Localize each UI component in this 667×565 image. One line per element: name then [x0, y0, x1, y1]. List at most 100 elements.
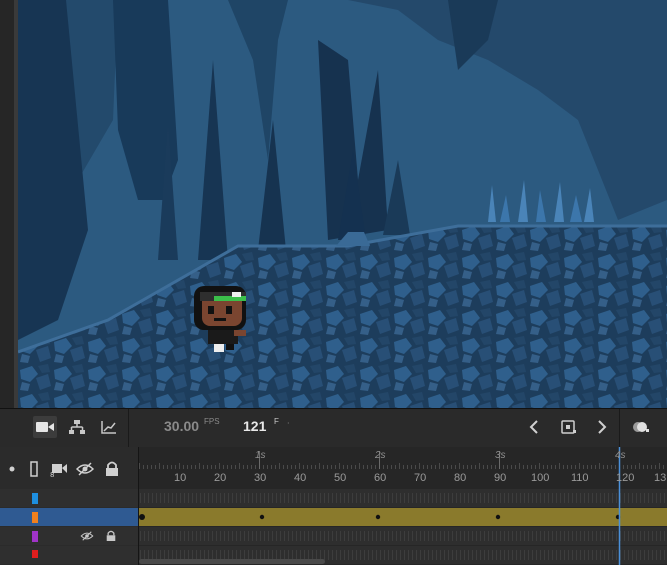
ruler-frame-number: 60	[374, 472, 387, 484]
frame-cell-tick	[160, 493, 161, 503]
frame-cell-tick	[508, 531, 509, 541]
frame-cell-tick	[244, 531, 245, 541]
frame-cell-tick	[268, 493, 269, 503]
frame-cell-tick	[504, 531, 505, 541]
frame-cell-tick	[396, 550, 397, 560]
outline-icon[interactable]	[25, 461, 43, 477]
frame-cell-tick	[244, 493, 245, 503]
frame-cell-tick	[196, 531, 197, 541]
show-all-dot-icon[interactable]	[3, 461, 21, 477]
frame-cell-tick	[348, 531, 349, 541]
fps-value[interactable]: 30.00	[164, 418, 199, 434]
frame-cell-tick	[428, 550, 429, 560]
frame-cell-tick	[360, 493, 361, 503]
frame-cell-tick	[572, 493, 573, 503]
eye-hidden-icon[interactable]	[76, 461, 94, 477]
frame-cell-tick	[616, 531, 617, 541]
frame-cell-tick	[344, 493, 345, 503]
layer-row-4[interactable]	[0, 546, 138, 564]
timeline-scrollbar[interactable]	[139, 559, 325, 564]
frames-area[interactable]: 1s 2s 3s 4s 10 20 30 40 50 60 70 80 90 1…	[139, 447, 667, 565]
frame-cell-tick	[644, 531, 645, 541]
frame-cell-tick	[176, 531, 177, 541]
lock-icon[interactable]	[103, 461, 121, 477]
frame-cell-tick	[328, 531, 329, 541]
frame-cell-tick	[424, 531, 425, 541]
frame-cell-tick	[340, 493, 341, 503]
stage-area[interactable]	[0, 0, 667, 408]
frame-cell-tick	[324, 493, 325, 503]
frame-cell-tick	[476, 493, 477, 503]
frame-cell-tick	[344, 550, 345, 560]
frame-cell-tick	[224, 493, 225, 503]
frame-cell-tick	[660, 531, 661, 541]
frame-cell-tick	[552, 531, 553, 541]
insert-keyframe-icon[interactable]	[557, 416, 581, 438]
stage-canvas[interactable]	[18, 0, 667, 408]
frame-cell-tick	[280, 531, 281, 541]
frame-cell-tick	[472, 531, 473, 541]
frame-cell-tick	[600, 531, 601, 541]
frame-cell-tick	[180, 493, 181, 503]
frame-cell-tick	[164, 531, 165, 541]
layer-parenting-icon[interactable]	[65, 416, 89, 438]
frame-cell-tick	[456, 493, 457, 503]
frame-cell-tick	[524, 493, 525, 503]
frame-cell-tick	[560, 550, 561, 560]
frame-cell-tick	[464, 493, 465, 503]
chevron-right-icon[interactable]	[590, 416, 614, 438]
onion-skin-icon[interactable]	[628, 416, 652, 438]
frame-cell-tick	[640, 531, 641, 541]
frame-cell-tick	[596, 550, 597, 560]
frame-cell-tick	[504, 493, 505, 503]
frame-cell-tick	[372, 550, 373, 560]
layer-row-1[interactable]	[0, 489, 138, 507]
frame-cell-tick	[576, 531, 577, 541]
frame-cell-tick	[584, 493, 585, 503]
frame-cell-tick	[400, 493, 401, 503]
eye-hidden-icon[interactable]	[80, 531, 94, 541]
camera-icon[interactable]	[33, 416, 57, 438]
layer-row-3[interactable]	[0, 527, 138, 545]
frame-cell-tick	[200, 531, 201, 541]
layer-row-2-selected[interactable]	[0, 508, 138, 526]
layer-color-swatch	[32, 531, 38, 542]
graph-icon[interactable]	[97, 416, 121, 438]
frame-cell-tick	[284, 531, 285, 541]
frame-cell-tick	[256, 531, 257, 541]
timeline-toolbar: 30.00 FPS 121 F ·	[0, 408, 667, 448]
frame-cell-tick	[456, 531, 457, 541]
frame-cell-tick	[200, 493, 201, 503]
ruler-frame-number: 110	[571, 472, 589, 484]
chevron-left-icon[interactable]	[522, 416, 546, 438]
frame-cell-tick	[452, 550, 453, 560]
frame-cell-tick	[412, 493, 413, 503]
frame-cell-tick	[192, 493, 193, 503]
frame-rows[interactable]	[139, 489, 667, 565]
frame-cell-tick	[348, 493, 349, 503]
frame-cell-tick	[360, 550, 361, 560]
frame-cell-tick	[324, 531, 325, 541]
frame-cell-tick	[352, 550, 353, 560]
frame-cell-tick	[296, 493, 297, 503]
frame-cell-tick	[536, 531, 537, 541]
ruler-frame-number: 90	[494, 472, 507, 484]
lock-icon[interactable]	[106, 530, 116, 542]
frame-cell-tick	[356, 493, 357, 503]
frame-cell-tick	[600, 493, 601, 503]
frame-cell-tick	[240, 531, 241, 541]
frame-cell-tick	[588, 493, 589, 503]
camera-attach-icon[interactable]: 8	[50, 461, 68, 477]
frame-cell-tick	[232, 493, 233, 503]
frame-cell-tick	[312, 493, 313, 503]
frame-cell-tick	[532, 550, 533, 560]
current-frame-value[interactable]: 121	[243, 418, 266, 434]
frame-cell-tick	[264, 493, 265, 503]
frame-cell-tick	[148, 531, 149, 541]
frame-cell-tick	[436, 531, 437, 541]
frame-cell-tick	[232, 531, 233, 541]
frame-cell-tick	[624, 531, 625, 541]
frame-cell-tick	[272, 493, 273, 503]
frame-cell-tick	[500, 531, 501, 541]
frame-cell-tick	[532, 493, 533, 503]
